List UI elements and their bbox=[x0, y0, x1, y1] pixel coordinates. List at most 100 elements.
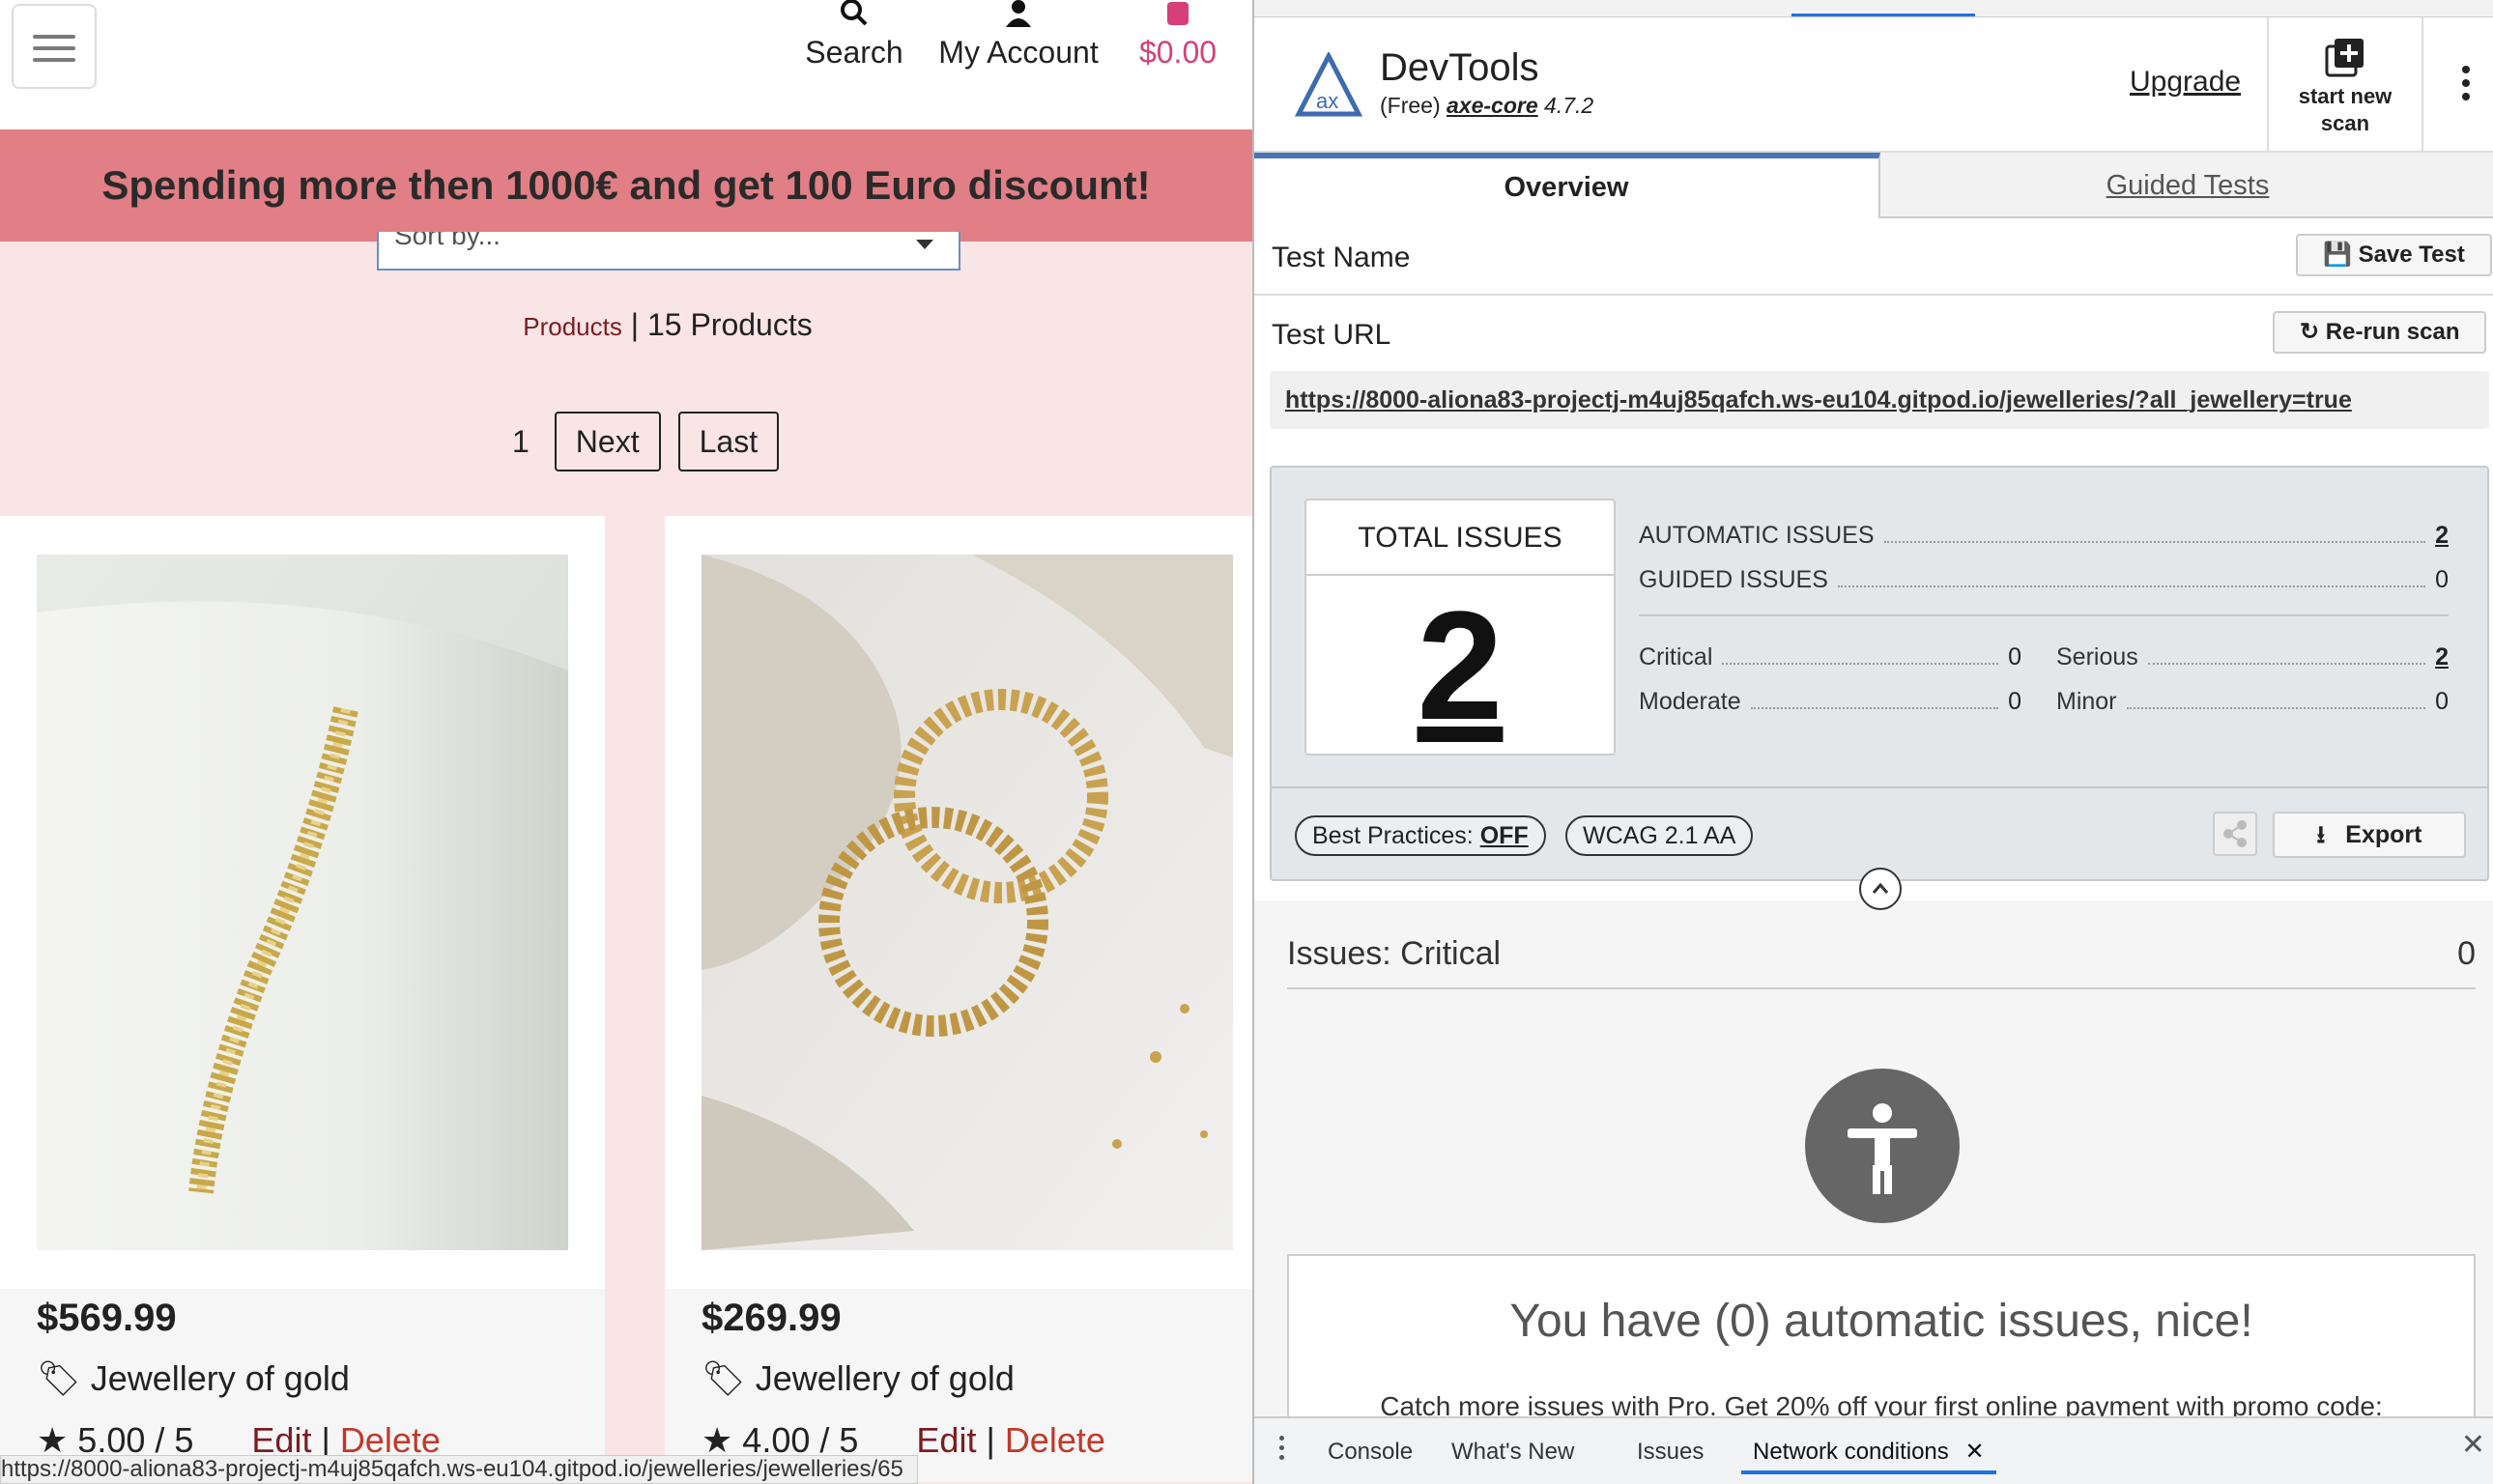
tab-guided-tests[interactable]: Guided Tests bbox=[1880, 153, 2493, 218]
user-icon bbox=[1006, 0, 1031, 27]
next-page-button[interactable]: Next bbox=[554, 412, 661, 471]
product-image-bracelet[interactable] bbox=[37, 555, 568, 1250]
axe-core-link[interactable]: axe-core bbox=[1447, 93, 1538, 118]
issues-count: 0 bbox=[2457, 935, 2476, 972]
cart-link[interactable]: $0.00 bbox=[1132, 0, 1223, 71]
products-count: 15 Products bbox=[646, 307, 813, 342]
accessibility-icon bbox=[1805, 1069, 1960, 1223]
test-name-label: Test Name bbox=[1272, 242, 1411, 273]
sort-select[interactable]: Sort by... bbox=[377, 232, 960, 271]
action-separator: | bbox=[976, 1420, 1005, 1460]
search-icon bbox=[841, 0, 868, 26]
more-options-icon[interactable] bbox=[2462, 66, 2472, 104]
search-link[interactable]: Search bbox=[804, 0, 904, 71]
devtools-title: DevTools bbox=[1380, 46, 1539, 89]
add-scan-icon bbox=[2325, 39, 2364, 77]
export-button[interactable]: ⭳ Export bbox=[2273, 812, 2466, 858]
automatic-issues-row: AUTOMATIC ISSUES 2 bbox=[1639, 522, 2449, 550]
my-account-label: My Account bbox=[938, 35, 1099, 70]
edit-link[interactable]: Edit bbox=[251, 1420, 311, 1460]
share-icon[interactable] bbox=[2213, 812, 2257, 856]
rating-value: 5.00 / 5 bbox=[77, 1420, 194, 1460]
close-tab-icon[interactable]: ✕ bbox=[1964, 1439, 1984, 1465]
pagination: 1 Next Last bbox=[512, 412, 796, 471]
devtools-tabstrip bbox=[1254, 0, 2493, 17]
test-url-link[interactable]: https://8000-aliona83-projectj-m4uj85qaf… bbox=[1270, 371, 2489, 429]
active-tab-indicator bbox=[1791, 14, 1975, 16]
guided-issues-label: GUIDED ISSUES bbox=[1639, 566, 1828, 593]
moderate-row: Moderate 0 bbox=[1639, 688, 2021, 716]
product-card: $269.99 🏷 Jewellery of gold ★ 4.00 / 5 E… bbox=[665, 516, 1252, 1482]
tag-icon: 🏷 bbox=[702, 1358, 746, 1398]
total-issues-label: TOTAL ISSUES bbox=[1306, 500, 1614, 576]
critical-row: Critical 0 bbox=[1639, 643, 2021, 671]
total-issues-value[interactable]: 2 bbox=[1306, 576, 1614, 756]
delete-link[interactable]: Delete bbox=[1005, 1420, 1105, 1460]
refresh-icon: ↻ bbox=[2300, 319, 2320, 345]
best-practices-toggle[interactable]: Best Practices: OFF bbox=[1295, 815, 1546, 856]
promo-banner: Spending more then 1000€ and get 100 Eur… bbox=[0, 129, 1252, 242]
rerun-scan-button[interactable]: ↻ Re-run scan bbox=[2273, 311, 2487, 354]
minor-label: Minor bbox=[2056, 688, 2117, 715]
critical-value: 0 bbox=[2008, 643, 2021, 671]
shopping-bag-icon bbox=[1167, 2, 1189, 25]
drawer-tab-console[interactable]: Console bbox=[1328, 1430, 1413, 1474]
minor-value: 0 bbox=[2435, 688, 2449, 715]
my-account-link[interactable]: My Account bbox=[933, 0, 1103, 71]
website-viewport: Search My Account $0.00 Spending more th… bbox=[0, 0, 1252, 1484]
screen: Search My Account $0.00 Spending more th… bbox=[0, 0, 2493, 1484]
delete-link[interactable]: Delete bbox=[340, 1420, 441, 1460]
tab-overview[interactable]: Overview bbox=[1254, 153, 1880, 218]
product-category[interactable]: 🏷 Jewellery of gold bbox=[37, 1358, 350, 1399]
moderate-value: 0 bbox=[2008, 688, 2021, 715]
start-new-scan-button[interactable]: start new scan bbox=[2267, 17, 2423, 153]
guided-issues-value: 0 bbox=[2435, 566, 2449, 593]
automatic-issues-value[interactable]: 2 bbox=[2435, 522, 2449, 550]
devtools-subtitle: (Free) axe-core 4.7.2 bbox=[1380, 93, 1593, 119]
cart-total: $0.00 bbox=[1138, 35, 1218, 70]
issues-summary: TOTAL ISSUES 2 AUTOMATIC ISSUES 2 GUIDED … bbox=[1270, 466, 2489, 881]
current-page[interactable]: 1 bbox=[512, 424, 530, 460]
moderate-label: Moderate bbox=[1639, 688, 1741, 715]
star-icon: ★ bbox=[37, 1420, 69, 1460]
divider bbox=[1287, 987, 2476, 989]
drawer-tab-whats-new[interactable]: What's New bbox=[1451, 1430, 1574, 1474]
category-label: Jewellery of gold bbox=[755, 1358, 1015, 1398]
edition-label: (Free) bbox=[1380, 93, 1441, 118]
serious-value[interactable]: 2 bbox=[2435, 643, 2449, 671]
best-practices-label: Best Practices: bbox=[1312, 822, 1474, 849]
start-new-scan-label: start new scan bbox=[2298, 84, 2393, 135]
axe-header: ax DevTools (Free) axe-core 4.7.2 Upgrad… bbox=[1254, 17, 2493, 153]
wcag-level-pill[interactable]: WCAG 2.1 AA bbox=[1565, 815, 1754, 856]
drawer-tab-issues[interactable]: Issues bbox=[1637, 1430, 1704, 1474]
site-header: Search My Account $0.00 bbox=[0, 0, 1252, 129]
download-icon: ⭳ bbox=[2316, 821, 2326, 848]
sort-placeholder: Sort by... bbox=[394, 232, 501, 250]
edit-link[interactable]: Edit bbox=[916, 1420, 976, 1460]
products-link[interactable]: Products bbox=[523, 312, 622, 341]
product-category[interactable]: 🏷 Jewellery of gold bbox=[702, 1358, 1015, 1399]
save-test-button[interactable]: 💾 Save Test bbox=[2296, 234, 2492, 276]
upgrade-link[interactable]: Upgrade bbox=[2130, 66, 2241, 99]
menu-toggle-button[interactable] bbox=[12, 4, 97, 89]
drawer-tab-network-conditions[interactable]: Network conditions ✕ bbox=[1741, 1430, 1996, 1474]
collapse-summary-button[interactable] bbox=[1859, 868, 1902, 910]
divider bbox=[1639, 614, 2449, 616]
critical-label: Critical bbox=[1639, 643, 1713, 671]
total-issues-box: TOTAL ISSUES 2 bbox=[1304, 499, 1616, 756]
version-label: 4.7.2 bbox=[1544, 93, 1594, 118]
automatic-issues-label: AUTOMATIC ISSUES bbox=[1639, 522, 1875, 549]
divider bbox=[1254, 294, 2493, 296]
action-separator: | bbox=[311, 1420, 340, 1460]
best-practices-value: OFF bbox=[1479, 822, 1529, 849]
last-page-button[interactable]: Last bbox=[677, 412, 780, 471]
product-image-earrings[interactable] bbox=[702, 555, 1233, 1250]
product-price: $569.99 bbox=[37, 1297, 177, 1339]
drawer-menu-icon[interactable] bbox=[1279, 1436, 1285, 1465]
product-card: $569.99 🏷 Jewellery of gold ★ 5.00 / 5 E… bbox=[0, 516, 605, 1482]
drawer-tab-label: Network conditions bbox=[1753, 1439, 1949, 1465]
close-drawer-icon[interactable]: ✕ bbox=[2461, 1428, 2485, 1462]
axe-tabs: Overview Guided Tests bbox=[1254, 153, 2493, 218]
export-label: Export bbox=[2345, 821, 2422, 848]
serious-label: Serious bbox=[2056, 643, 2138, 671]
